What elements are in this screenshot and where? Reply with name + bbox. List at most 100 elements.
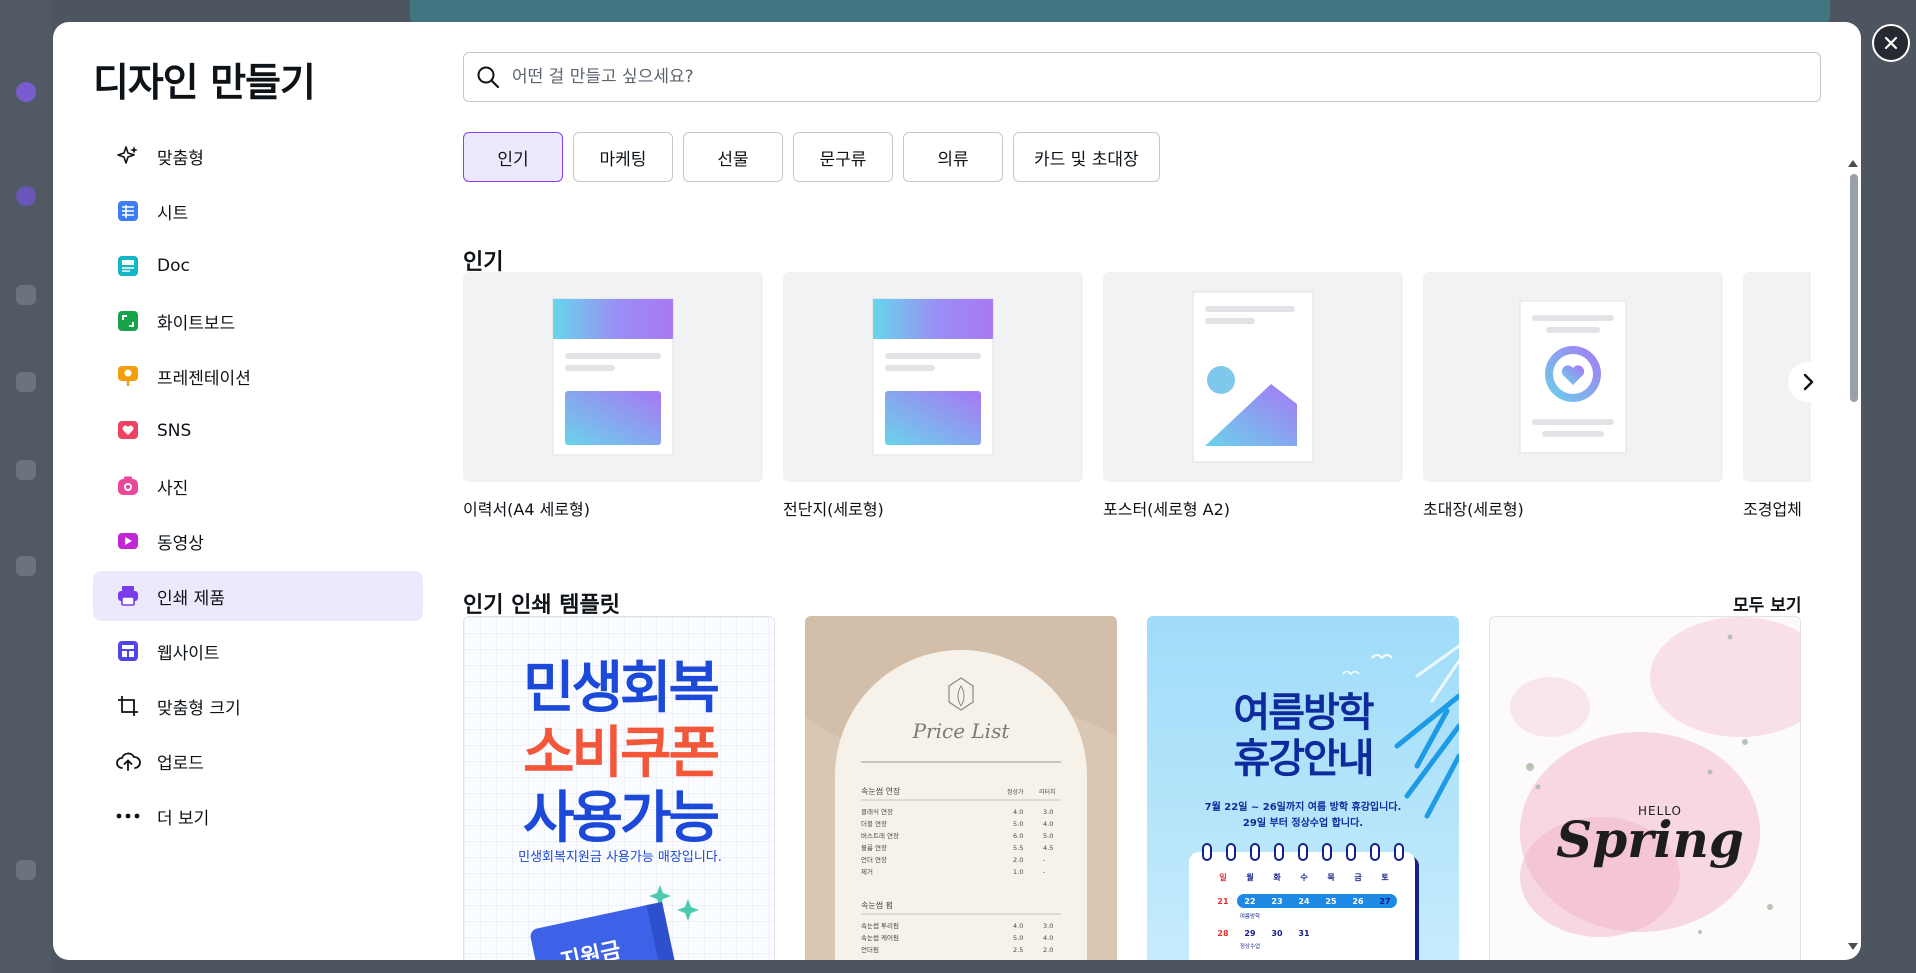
design-type-card[interactable]: 전단지(세로형)	[783, 272, 1083, 520]
price-row-value: 5.0	[1013, 934, 1023, 942]
create-design-modal: 디자인 만들기 맞춤형 시트 Doc 화이트보드 프레젠테이션 SNS 사진 동…	[53, 22, 1861, 960]
modal-title: 디자인 만들기	[93, 61, 316, 106]
cloud-upload-icon	[115, 748, 141, 774]
templates-heading: 인기 인쇄 템플릿	[463, 593, 620, 618]
template-script-title: Spring	[1556, 810, 1744, 869]
calendar-day: 26	[1352, 897, 1364, 906]
sidebar-item-whiteboard[interactable]: 화이트보드	[93, 296, 423, 346]
sidebar-item-custom-size[interactable]: 맞춤형 크기	[93, 681, 423, 731]
sidebar-item-label: 화이트보드	[157, 313, 236, 334]
sidebar-item-sns[interactable]: SNS	[93, 406, 423, 456]
price-row-name: 언더 연장	[861, 855, 887, 864]
tab-cards-invitations[interactable]: 카드 및 초대장	[1013, 132, 1160, 182]
tab-gifts[interactable]: 선물	[683, 132, 783, 182]
design-type-card[interactable]: 포스터(세로형 A2)	[1103, 272, 1403, 520]
sidebar: 디자인 만들기 맞춤형 시트 Doc 화이트보드 프레젠테이션 SNS 사진 동…	[53, 22, 433, 960]
tab-popular[interactable]: 인기	[463, 132, 563, 182]
see-all-link[interactable]: 모두 보기	[1733, 591, 1801, 616]
scrollbar-thumb[interactable]	[1850, 174, 1858, 402]
price-row-name: 제거	[861, 867, 873, 876]
calendar-day: 21	[1217, 897, 1229, 906]
sidebar-item-print-products[interactable]: 인쇄 제품	[93, 571, 423, 621]
tab-apparel[interactable]: 의류	[903, 132, 1003, 182]
sidebar-item-label: 더 보기	[157, 808, 210, 829]
template-subtext: 민생회복지원금 사용가능 매장입니다.	[518, 850, 722, 865]
price-row-name: 속눈썹 투리펌	[861, 921, 899, 930]
price-row-value: 3.0	[1043, 922, 1053, 930]
sidebar-item-presentation[interactable]: 프레젠테이션	[93, 351, 423, 401]
sparkle-icon	[115, 143, 141, 169]
calendar-day: 30	[1271, 929, 1283, 938]
sheet-icon	[115, 198, 141, 224]
price-row-value: 6.0	[1013, 832, 1023, 840]
search-input[interactable]	[512, 67, 1762, 87]
design-type-card[interactable]: 이력서(A4 세로형)	[463, 272, 763, 520]
sidebar-item-label: 동영상	[157, 533, 204, 554]
card-thumbnail	[1103, 272, 1403, 482]
price-row-name: 더블 연장	[861, 819, 887, 828]
template-script-title: Price List	[912, 719, 1011, 743]
price-row-value: 4.0	[1013, 808, 1023, 816]
sidebar-item-photo[interactable]: 사진	[93, 461, 423, 511]
price-row-value: 5.0	[1043, 832, 1053, 840]
calendar-day: 22	[1244, 897, 1255, 906]
card-label: 포스터(세로형 A2)	[1103, 500, 1231, 519]
calendar-weekday: 금	[1354, 873, 1362, 882]
scroll-down-icon	[1848, 943, 1858, 950]
card-label: 이력서(A4 세로형)	[463, 500, 591, 519]
sidebar-item-doc[interactable]: Doc	[93, 241, 423, 291]
sidebar-item-label: 맞춤형	[157, 148, 204, 169]
template-col: 리터치	[1039, 788, 1056, 796]
price-row-value: 5.5	[1013, 844, 1023, 852]
template-card[interactable]: 민생회복 소비쿠폰 사용가능 민생회복지원금 사용가능 매장입니다. 지원금	[463, 616, 775, 960]
calendar-weekday: 일	[1219, 872, 1226, 882]
template-card[interactable]: Price List 속눈썹 연장 정상가 리터치 클래식 연장 4.0 3.0 더…	[805, 616, 1117, 960]
sidebar-item-label: 맞춤형 크기	[157, 698, 241, 719]
sidebar-item-custom[interactable]: 맞춤형	[93, 131, 423, 181]
scrollbar[interactable]	[1847, 152, 1859, 952]
calendar-weekday: 수	[1300, 873, 1308, 882]
background-rail	[0, 0, 52, 973]
template-card[interactable]: 여름방학 휴강안내 7월 22일 ~ 26일까지 여름 방학 휴강입니다. 29…	[1147, 616, 1459, 960]
tab-marketing[interactable]: 마케팅	[573, 132, 673, 182]
camera-icon	[115, 473, 141, 499]
category-tabs: 인기 마케팅 선물 문구류 의류 카드 및 초대장	[463, 132, 1160, 182]
sidebar-item-sheet[interactable]: 시트	[93, 186, 423, 236]
printer-icon	[115, 583, 141, 609]
search-bar[interactable]	[463, 52, 1821, 102]
calendar-weekday: 화	[1273, 872, 1281, 882]
template-card[interactable]: HELLO Spring	[1489, 616, 1801, 960]
calendar-day: 25	[1325, 897, 1337, 906]
calendar-weekday: 토	[1381, 873, 1389, 882]
card-label: 조경업체	[1743, 500, 1802, 519]
doc-icon	[115, 253, 141, 279]
sidebar-item-more[interactable]: 더 보기	[93, 791, 423, 841]
calendar-day: 27	[1379, 897, 1390, 906]
calendar-note: 여름방학	[1240, 912, 1260, 920]
design-type-card[interactable]: 초대장(세로형)	[1423, 272, 1723, 520]
popular-row: 이력서(A4 세로형) 전단지(세로형) 포스터(세로형 A2) 초대장(세로형…	[463, 272, 1811, 542]
template-headline: 휴강안내	[1233, 736, 1372, 782]
price-row-value: 5.0	[1013, 820, 1023, 828]
template-headline: 사용가능	[523, 786, 719, 851]
sidebar-item-website[interactable]: 웹사이트	[93, 626, 423, 676]
sidebar-nav: 맞춤형 시트 Doc 화이트보드 프레젠테이션 SNS 사진 동영상 인쇄 제품…	[93, 131, 423, 846]
carousel-next-button[interactable]	[1788, 362, 1828, 402]
sidebar-item-upload[interactable]: 업로드	[93, 736, 423, 786]
video-icon	[115, 528, 141, 554]
more-icon	[115, 803, 141, 829]
price-row-value: 4.5	[1043, 844, 1053, 852]
calendar-note: 정상수업	[1240, 942, 1260, 950]
close-button[interactable]	[1872, 24, 1910, 62]
chevron-right-icon	[1803, 373, 1814, 391]
sidebar-item-label: 웹사이트	[157, 643, 220, 664]
template-headline: 여름방학	[1233, 690, 1374, 736]
template-section: 속눈썹 펌	[861, 900, 893, 910]
price-row-name: 볼륨 연장	[861, 843, 887, 852]
card-label: 전단지(세로형)	[783, 500, 884, 519]
main-content: 인기 마케팅 선물 문구류 의류 카드 및 초대장 인기 이력서(A4 세로형)	[463, 22, 1861, 960]
price-row-value: 1.0	[1013, 868, 1023, 876]
tab-stationery[interactable]: 문구류	[793, 132, 893, 182]
calendar-day: 29	[1244, 929, 1256, 938]
sidebar-item-video[interactable]: 동영상	[93, 516, 423, 566]
